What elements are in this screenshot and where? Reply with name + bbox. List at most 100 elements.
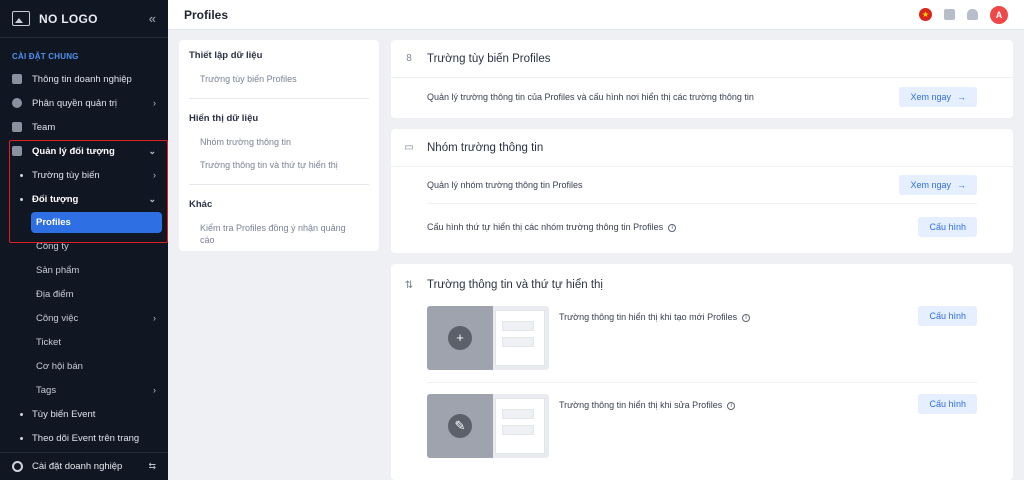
card-row: Quản lý nhóm trường thông tin Profiles X… [391, 167, 1013, 203]
create-preview-thumbnail: + [427, 306, 549, 370]
card-custom-fields: 8 Trường tùy biến Profiles Quản lý trườn… [391, 40, 1013, 118]
sidebar-item-companies[interactable]: Công ty [0, 234, 168, 258]
sidebar-item-label: Cơ hội bán [36, 360, 83, 372]
configure-button[interactable]: Cấu hình [918, 306, 977, 326]
plus-icon: + [448, 326, 472, 350]
user-shield-icon [12, 98, 22, 108]
card-header: ⇅ Trường thông tin và thứ tự hiển thị [391, 264, 1013, 306]
sidebar-footer[interactable]: Cài đặt doanh nghiệp ⇆ [0, 452, 168, 480]
help-icon[interactable] [944, 9, 955, 20]
bullet-icon [20, 197, 23, 201]
info-icon[interactable]: i [668, 223, 677, 232]
section-title: CÀI ĐẶT CHUNG [12, 52, 79, 61]
subnav-link-field-order[interactable]: Trường thông tin và thứ tự hiển thị [189, 155, 369, 178]
info-icon[interactable]: i [742, 313, 751, 322]
card-title: Trường thông tin và thứ tự hiển thị [427, 279, 603, 291]
sidebar-item-label: Quản lý đối tượng [32, 145, 115, 157]
bullet-icon [20, 173, 23, 177]
row-text-label: Trường thông tin hiển thị khi tạo mới Pr… [559, 312, 738, 322]
sidebar-item-products[interactable]: Sản phẩm [0, 258, 168, 282]
subnav-group-title: Thiết lập dữ liệu [189, 50, 263, 61]
button-label: Xem ngay [910, 180, 951, 190]
divider [189, 184, 369, 185]
sidebar-item-tasks[interactable]: Công việc › [0, 306, 168, 330]
arrow-right-icon: → [957, 92, 966, 102]
sidebar-item-track-events[interactable]: Theo dõi Event trên trang [0, 426, 168, 450]
avatar[interactable]: A [990, 5, 1008, 24]
team-icon [12, 122, 22, 132]
sidebar-item-label: Công việc [36, 312, 79, 324]
chevron-down-icon: ⌄ [148, 145, 156, 156]
sidebar-item-deals[interactable]: Cơ hội bán [0, 354, 168, 378]
sidebar-item-locations[interactable]: Địa điểm [0, 282, 168, 306]
subnav-group-title: Khác [189, 199, 213, 210]
edit-preview-thumbnail: ✎ [427, 394, 549, 458]
row-text-label: Cấu hình thứ tự hiển thị các nhóm trường… [427, 222, 664, 232]
sidebar-item-label: Công ty [36, 240, 69, 252]
topbar: Profiles ★ A [168, 0, 1024, 30]
chevron-right-icon: › [153, 170, 156, 180]
subnav-link-field-groups[interactable]: Nhóm trường thông tin [189, 132, 369, 155]
view-now-button[interactable]: Xem ngay → [899, 175, 977, 195]
switch-icon[interactable]: ⇆ [148, 461, 156, 472]
sidebar-item-label: Phân quyền quản trị [32, 97, 118, 109]
configure-button[interactable]: Cấu hình [918, 217, 977, 237]
sidebar-item-label: Thông tin doanh nghiệp [32, 73, 132, 85]
sidebar-item-label: Trường tùy biến [32, 169, 100, 181]
card-header: ▭ Nhóm trường thông tin [391, 129, 1013, 167]
table-icon [12, 146, 22, 156]
pencil-icon: ✎ [448, 414, 472, 438]
sidebar-item-permissions[interactable]: Phân quyền quản trị › [0, 91, 168, 115]
chevron-right-icon: › [153, 385, 156, 395]
card-title: Nhóm trường thông tin [427, 141, 544, 154]
row-text: Quản lý trường thông tin của Profiles và… [427, 92, 754, 102]
row-text-label: Trường thông tin hiển thị khi sửa Profil… [559, 400, 723, 410]
sidebar-item-custom-event[interactable]: Tùy biến Event [0, 402, 168, 426]
collapse-sidebar-icon[interactable]: « [149, 11, 156, 26]
footer-label: Cài đặt doanh nghiệp [32, 461, 123, 472]
settings-subnav: Thiết lập dữ liệu Trường tùy biến Profil… [179, 40, 379, 251]
card-title: Trường tùy biến Profiles [427, 52, 551, 65]
sidebar-item-label: Địa điểm [36, 288, 74, 300]
button-label: Xem ngay [910, 92, 951, 102]
sidebar-item-business-info[interactable]: Thông tin doanh nghiệp [0, 67, 168, 91]
info-icon[interactable]: i [727, 401, 736, 410]
logo-row: NO LOGO « [0, 0, 168, 38]
card-row: ✎ Trường thông tin hiển thị khi sửa Prof… [391, 383, 1013, 471]
subnav-link-custom-fields[interactable]: Trường tùy biến Profiles [189, 69, 369, 92]
folder-icon: ▭ [404, 142, 414, 153]
row-text: Quản lý nhóm trường thông tin Profiles [427, 180, 583, 190]
configure-button[interactable]: Cấu hình [918, 394, 977, 414]
sidebar-item-label: Tùy biến Event [32, 408, 96, 420]
language-flag-icon[interactable]: ★ [919, 8, 932, 21]
sidebar-item-label: Đối tượng [32, 193, 79, 205]
bullet-icon [20, 412, 23, 416]
sidebar-item-label: Theo dõi Event trên trang [32, 432, 140, 444]
sidebar-item-tags[interactable]: Tags › [0, 378, 168, 402]
chevron-down-icon: ⌄ [148, 193, 156, 204]
card-header: 8 Trường tùy biến Profiles [391, 40, 1013, 78]
person-icon: 8 [406, 53, 412, 64]
page-title: Profiles [184, 7, 229, 22]
card-row: + Trường thông tin hiển thị khi tạo mới … [391, 306, 1013, 382]
sidebar-item-object-management[interactable]: Quản lý đối tượng ⌄ [0, 139, 168, 163]
sidebar-item-label: Team [32, 121, 56, 133]
sidebar-item-custom-fields[interactable]: Trường tùy biến › [0, 163, 168, 187]
subnav-link-ad-consent[interactable]: Kiểm tra Profiles đồng ý nhận quảng cáo [189, 218, 369, 253]
sidebar-item-label: Tags [36, 384, 57, 396]
chevron-right-icon: › [153, 98, 156, 108]
bell-icon[interactable] [967, 9, 978, 20]
sidebar-item-team[interactable]: Team [0, 115, 168, 139]
sidebar-item-objects[interactable]: Đối tượng ⌄ [0, 187, 168, 211]
sidebar-item-ticket[interactable]: Ticket [0, 330, 168, 354]
bullet-icon [20, 436, 23, 440]
sidebar-item-label: Ticket [36, 336, 61, 348]
chevron-right-icon: › [153, 313, 156, 323]
building-icon [12, 74, 22, 84]
row-text: Cấu hình thứ tự hiển thị các nhóm trường… [427, 222, 918, 232]
view-now-button[interactable]: Xem ngay → [899, 87, 977, 107]
subnav-group-title: Hiển thị dữ liệu [189, 113, 259, 124]
sidebar-item-profiles[interactable]: Profiles [31, 212, 162, 233]
row-text: Trường thông tin hiển thị khi tạo mới Pr… [559, 312, 918, 322]
card-field-groups: ▭ Nhóm trường thông tin Quản lý nhóm trư… [391, 129, 1013, 253]
